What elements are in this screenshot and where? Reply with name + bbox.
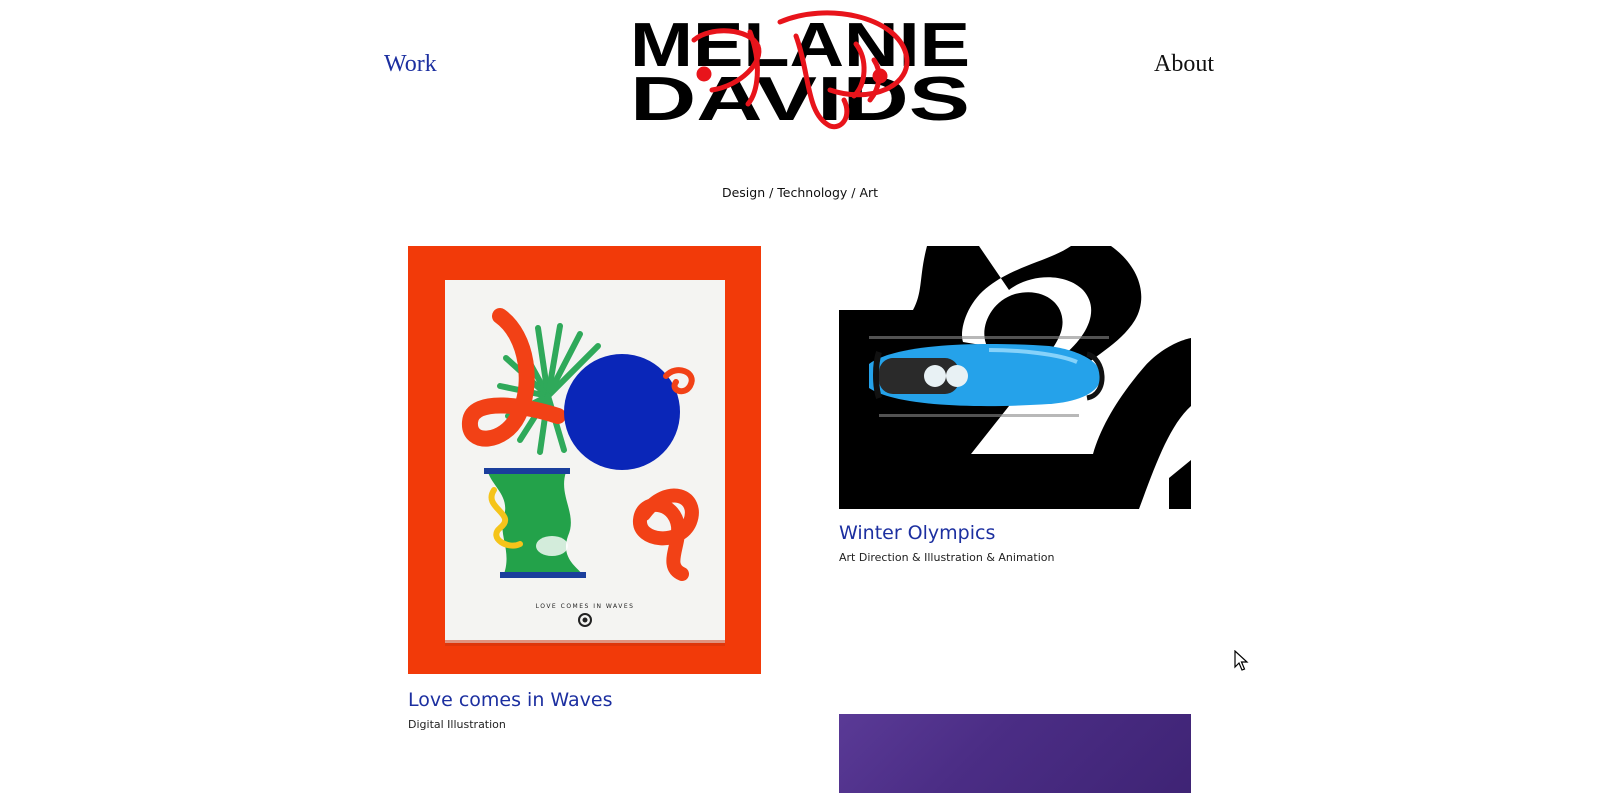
project-subtitle: Digital Illustration bbox=[408, 717, 506, 731]
winter-olympics-illustration bbox=[839, 246, 1191, 509]
project-title: Love comes in Waves bbox=[408, 689, 613, 711]
project-thumbnail: LOVE COMES IN WAVES bbox=[408, 246, 761, 674]
logo-graphic: MELANIE DAVIDS bbox=[630, 10, 970, 134]
logo-line-2: DAVIDS bbox=[630, 65, 970, 130]
project-thumbnail bbox=[839, 246, 1191, 509]
page: Work MELANIE DAVIDS About Design / Techn… bbox=[0, 0, 1600, 793]
nav-about-link[interactable]: About bbox=[1154, 52, 1214, 76]
project-title: Winter Olympics bbox=[839, 522, 996, 544]
project-card-purple[interactable] bbox=[839, 714, 1191, 793]
project-subtitle: Art Direction & Illustration & Animation bbox=[839, 550, 1055, 564]
site-logo[interactable]: MELANIE DAVIDS bbox=[630, 4, 976, 134]
mouse-pointer-icon bbox=[1234, 650, 1249, 671]
poster-caption: LOVE COMES IN WAVES bbox=[536, 603, 635, 610]
love-poster-illustration: LOVE COMES IN WAVES bbox=[445, 280, 725, 646]
project-card-winter-olympics[interactable]: Winter Olympics Art Direction & Illustra… bbox=[839, 246, 1191, 564]
project-card-love-comes-in-waves[interactable]: LOVE COMES IN WAVES Love comes in Waves … bbox=[408, 246, 761, 731]
nav-work-link[interactable]: Work bbox=[384, 52, 437, 76]
site-tagline: Design / Technology / Art bbox=[721, 185, 879, 200]
project-thumbnail bbox=[839, 714, 1191, 793]
